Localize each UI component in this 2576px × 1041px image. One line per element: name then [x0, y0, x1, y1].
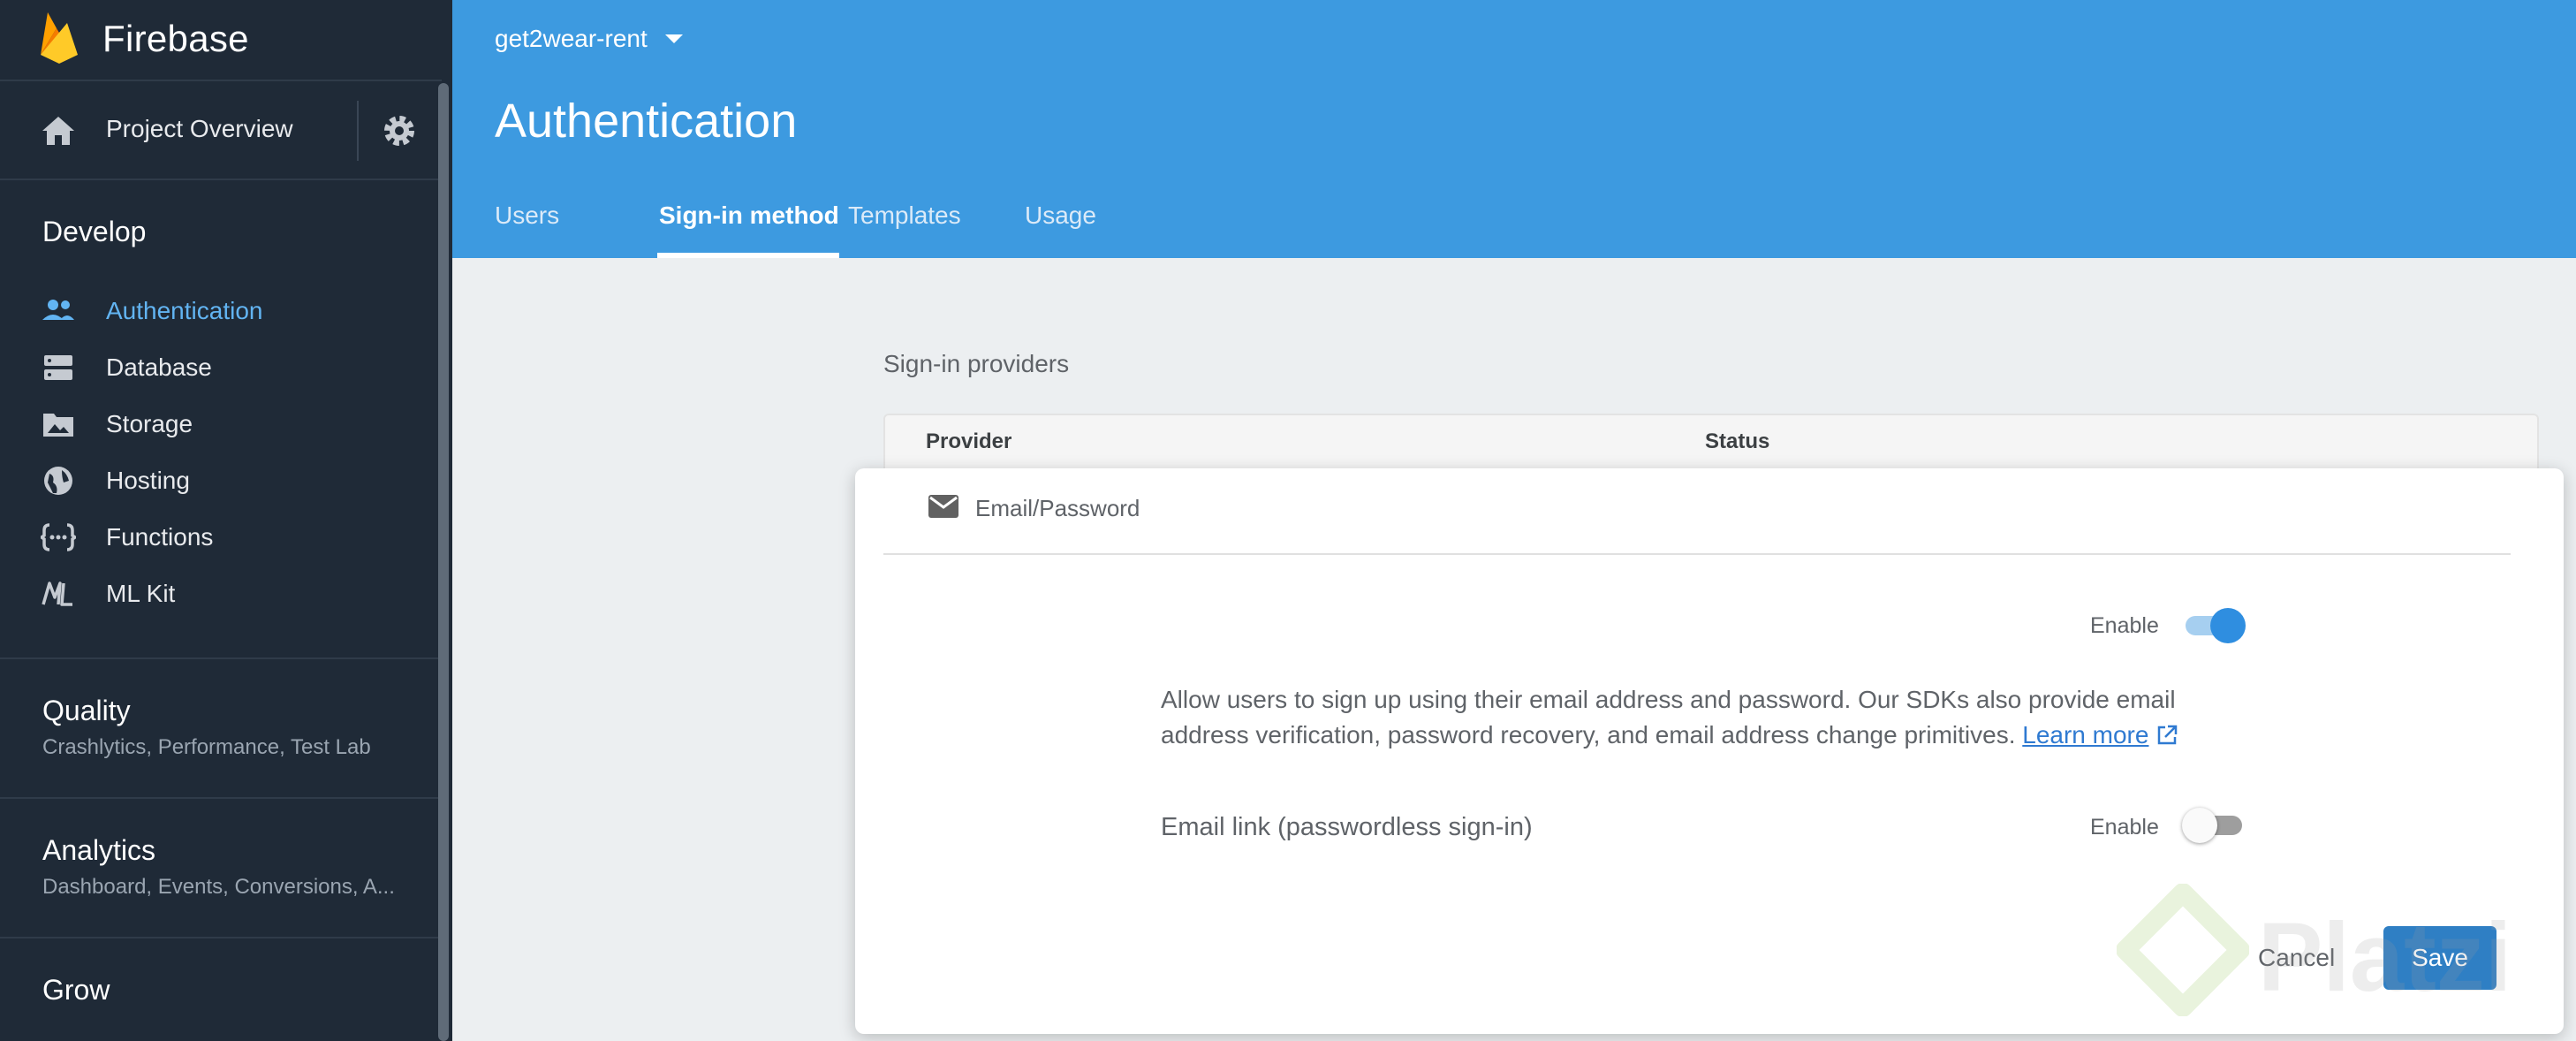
column-status: Status: [1705, 429, 1770, 453]
divider: [0, 937, 442, 938]
section-develop[interactable]: Develop: [42, 216, 146, 248]
enable-label: Enable: [2090, 613, 2159, 638]
divider: [357, 101, 359, 161]
sidebar-item-authentication[interactable]: Authentication: [0, 285, 442, 336]
sidebar-item-label: Authentication: [106, 297, 263, 324]
globe-icon: [44, 467, 72, 495]
tab-sign-in-method[interactable]: Sign-in method: [659, 201, 839, 258]
gear-icon[interactable]: [380, 111, 419, 150]
divider: [883, 553, 2511, 555]
provider-description: Allow users to sign up using their email…: [1161, 682, 2221, 753]
brand[interactable]: Firebase: [0, 0, 452, 80]
project-overview-label: Project Overview: [106, 115, 293, 142]
sidebar-item-label: Storage: [106, 410, 193, 437]
learn-more-link[interactable]: Learn more: [2022, 721, 2148, 748]
ml-icon: [42, 581, 72, 606]
chevron-down-icon: [664, 34, 683, 43]
section-grow[interactable]: Grow: [42, 974, 110, 1007]
people-icon: [42, 300, 74, 320]
database-icon: [44, 355, 72, 380]
provider-name: Email/Password: [975, 495, 1140, 521]
toggle-thumb: [2182, 808, 2217, 843]
sidebar-item-label: Database: [106, 353, 212, 381]
tab-usage[interactable]: Usage: [1025, 201, 1096, 258]
braces-icon: [41, 523, 76, 551]
section-analytics[interactable]: Analytics: [42, 834, 155, 867]
firebase-logo-icon: [41, 12, 78, 64]
page-title: Authentication: [495, 95, 798, 148]
email-link-toggle[interactable]: [2182, 804, 2246, 845]
providers-table-header: Provider Status: [883, 414, 2539, 470]
divider: [0, 797, 442, 799]
mail-icon: [928, 495, 958, 518]
enable-label: Enable: [2090, 815, 2159, 840]
platzi-logo-icon: [2117, 884, 2249, 1016]
section-title: Sign-in providers: [883, 350, 1070, 377]
email-link-label: Email link (passwordless sign-in): [1161, 813, 1533, 841]
sidebar-item-functions[interactable]: Functions: [0, 511, 442, 562]
sidebar: Firebase Project Overview Develop Authen…: [0, 0, 452, 1041]
project-overview[interactable]: Project Overview: [0, 83, 442, 179]
divider: [0, 179, 442, 180]
divider: [0, 657, 442, 659]
tab-users[interactable]: Users: [495, 201, 559, 258]
image-folder-icon: [43, 414, 73, 437]
sidebar-item-database[interactable]: Database: [0, 341, 442, 392]
tab-templates[interactable]: Templates: [848, 201, 961, 258]
sidebar-item-label: Functions: [106, 523, 214, 551]
divider: [0, 80, 442, 81]
column-provider: Provider: [926, 429, 1012, 453]
sidebar-item-hosting[interactable]: Hosting: [0, 454, 442, 505]
watermark-text: Platzi: [2258, 903, 2512, 1012]
section-quality[interactable]: Quality: [42, 695, 131, 727]
section-analytics-subtitle: Dashboard, Events, Conversions, A...: [42, 875, 395, 899]
sidebar-item-label: Hosting: [106, 467, 190, 494]
toggle-thumb: [2210, 608, 2246, 643]
email-password-toggle[interactable]: [2182, 604, 2246, 645]
sidebar-item-ml-kit[interactable]: ML Kit: [0, 567, 442, 619]
section-quality-subtitle: Crashlytics, Performance, Test Lab: [42, 735, 371, 759]
external-link-icon[interactable]: [2156, 724, 2178, 747]
sidebar-scrollbar[interactable]: [438, 83, 449, 1041]
brand-name: Firebase: [102, 18, 249, 59]
active-tab-indicator: [657, 253, 839, 258]
header: get2wear-rent Authentication Users Sign-…: [452, 0, 2576, 258]
sidebar-item-label: ML Kit: [106, 580, 176, 607]
project-name: get2wear-rent: [495, 25, 648, 52]
home-icon: [42, 117, 74, 145]
platzi-watermark: Platzi: [2117, 884, 2558, 1016]
project-selector[interactable]: get2wear-rent: [495, 25, 683, 53]
sidebar-item-storage[interactable]: Storage: [0, 398, 442, 449]
